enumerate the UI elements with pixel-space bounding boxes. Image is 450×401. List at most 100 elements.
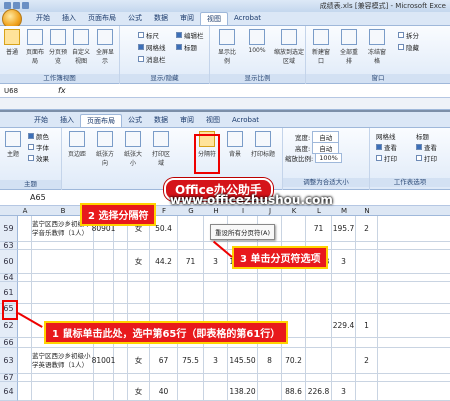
table-cell[interactable]: 229.4 [332,314,356,337]
table-cell[interactable] [94,274,114,281]
table-cell[interactable] [150,282,178,303]
table-cell[interactable] [178,274,204,281]
column-header-h[interactable]: H [204,207,228,215]
table-cell[interactable] [306,314,332,337]
formula-bar-checkbox[interactable]: 编辑栏 [176,30,204,40]
zoom-button[interactable]: 显示比例 [216,29,238,65]
table-cell[interactable]: 44.2 [150,250,178,273]
tab-view[interactable]: 视图 [200,114,226,127]
table-cell[interactable] [32,374,94,381]
table-cell[interactable] [178,382,204,400]
table-cell[interactable] [94,304,114,313]
tab-home[interactable]: 开始 [30,12,56,25]
table-cell[interactable] [94,242,114,249]
table-cell[interactable] [258,304,282,313]
freeze-panes-button[interactable]: 冻结窗格 [366,29,388,65]
column-header-l[interactable]: L [306,207,332,215]
table-cell[interactable]: 女 [128,382,150,400]
table-cell[interactable] [178,242,204,249]
table-cell[interactable] [204,282,228,303]
print-area-button[interactable]: 打印区域 [150,131,172,167]
tab-formulas[interactable]: 公式 [122,12,148,25]
table-cell[interactable] [18,242,32,249]
table-cell[interactable] [128,304,150,313]
tab-page-layout[interactable]: 页面布局 [82,12,122,25]
table-cell[interactable] [114,250,128,273]
table-cell[interactable] [18,338,32,347]
message-bar-checkbox[interactable]: 消息栏 [138,54,166,64]
table-cell[interactable] [282,374,306,381]
name-box[interactable]: U68 [4,87,18,95]
table-cell[interactable] [114,282,128,303]
table-cell[interactable] [204,374,228,381]
page-layout-view-button[interactable]: 页面布局 [24,29,46,65]
table-cell[interactable] [18,282,32,303]
zoom-100-button[interactable]: 100% [246,29,268,54]
table-cell[interactable] [178,374,204,381]
table-cell[interactable]: 88.6 [282,382,306,400]
table-cell[interactable] [356,382,378,400]
column-header-j[interactable]: J [258,207,282,215]
row-header[interactable]: 59 [0,216,18,242]
table-cell[interactable]: 3 [332,250,356,273]
margins-button[interactable]: 页边距 [66,131,88,158]
tab-acrobat[interactable]: Acrobat [226,114,265,127]
table-cell[interactable] [114,242,128,249]
table-cell[interactable] [332,274,356,281]
row-header[interactable]: 64 [0,274,18,282]
table-cell[interactable]: 3 [204,250,228,273]
table-cell[interactable] [150,274,178,281]
scale-setting[interactable]: 缩放比例: 100% [285,153,342,163]
table-cell[interactable]: 女 [128,250,150,273]
table-cell[interactable] [228,282,258,303]
table-cell[interactable] [94,374,114,381]
table-cell[interactable] [204,304,228,313]
table-cell[interactable] [150,374,178,381]
table-cell[interactable] [332,242,356,249]
reset-all-page-breaks-item[interactable]: 重设所有分页符(A) [215,229,270,237]
tab-insert[interactable]: 插入 [54,114,80,127]
table-cell[interactable]: 3 [332,382,356,400]
table-cell[interactable] [282,216,306,241]
table-cell[interactable] [18,382,32,400]
table-cell[interactable] [332,374,356,381]
table-cell[interactable] [128,242,150,249]
table-cell[interactable] [282,282,306,303]
name-box[interactable]: A65 [30,193,46,202]
table-cell[interactable] [114,348,128,373]
column-header-m[interactable]: M [332,207,356,215]
table-cell[interactable] [32,382,94,400]
fx-icon[interactable]: fx [58,86,66,95]
table-cell[interactable] [114,382,128,400]
arrange-all-button[interactable]: 全部重排 [338,29,360,65]
table-cell[interactable]: 40 [150,382,178,400]
table-cell[interactable] [204,382,228,400]
save-icon[interactable] [4,2,11,9]
row-header[interactable]: 60 [0,250,18,274]
table-cell[interactable] [228,304,258,313]
table-cell[interactable] [228,374,258,381]
column-header-n[interactable]: N [356,207,378,215]
tab-view[interactable]: 视图 [200,12,228,25]
table-cell[interactable] [258,274,282,281]
headings-checkbox[interactable]: 标题 [176,42,197,52]
gridlines-print-checkbox[interactable]: 打印 [376,153,397,163]
table-cell[interactable] [150,304,178,313]
new-window-button[interactable]: 新建窗口 [310,29,332,65]
table-cell[interactable]: 67 [150,348,178,373]
table-cell[interactable]: 71 [306,216,332,241]
tab-page-layout[interactable]: 页面布局 [80,114,122,127]
themes-button[interactable]: 主题 [2,131,24,158]
table-cell[interactable] [94,282,114,303]
table-cell[interactable] [32,242,94,249]
table-cell[interactable]: 2 [356,348,378,373]
hide-button[interactable]: 隐藏 [398,42,419,52]
table-cell[interactable] [356,242,378,249]
redo-icon[interactable] [22,2,29,9]
table-cell[interactable] [18,304,32,313]
table-cell[interactable] [204,274,228,281]
table-cell[interactable] [128,274,150,281]
table-cell[interactable]: 145.50 [228,348,258,373]
table-cell[interactable]: 蓝宁区西沙乡初级小学英语教师（1人） [32,348,94,373]
table-cell[interactable] [356,338,378,347]
